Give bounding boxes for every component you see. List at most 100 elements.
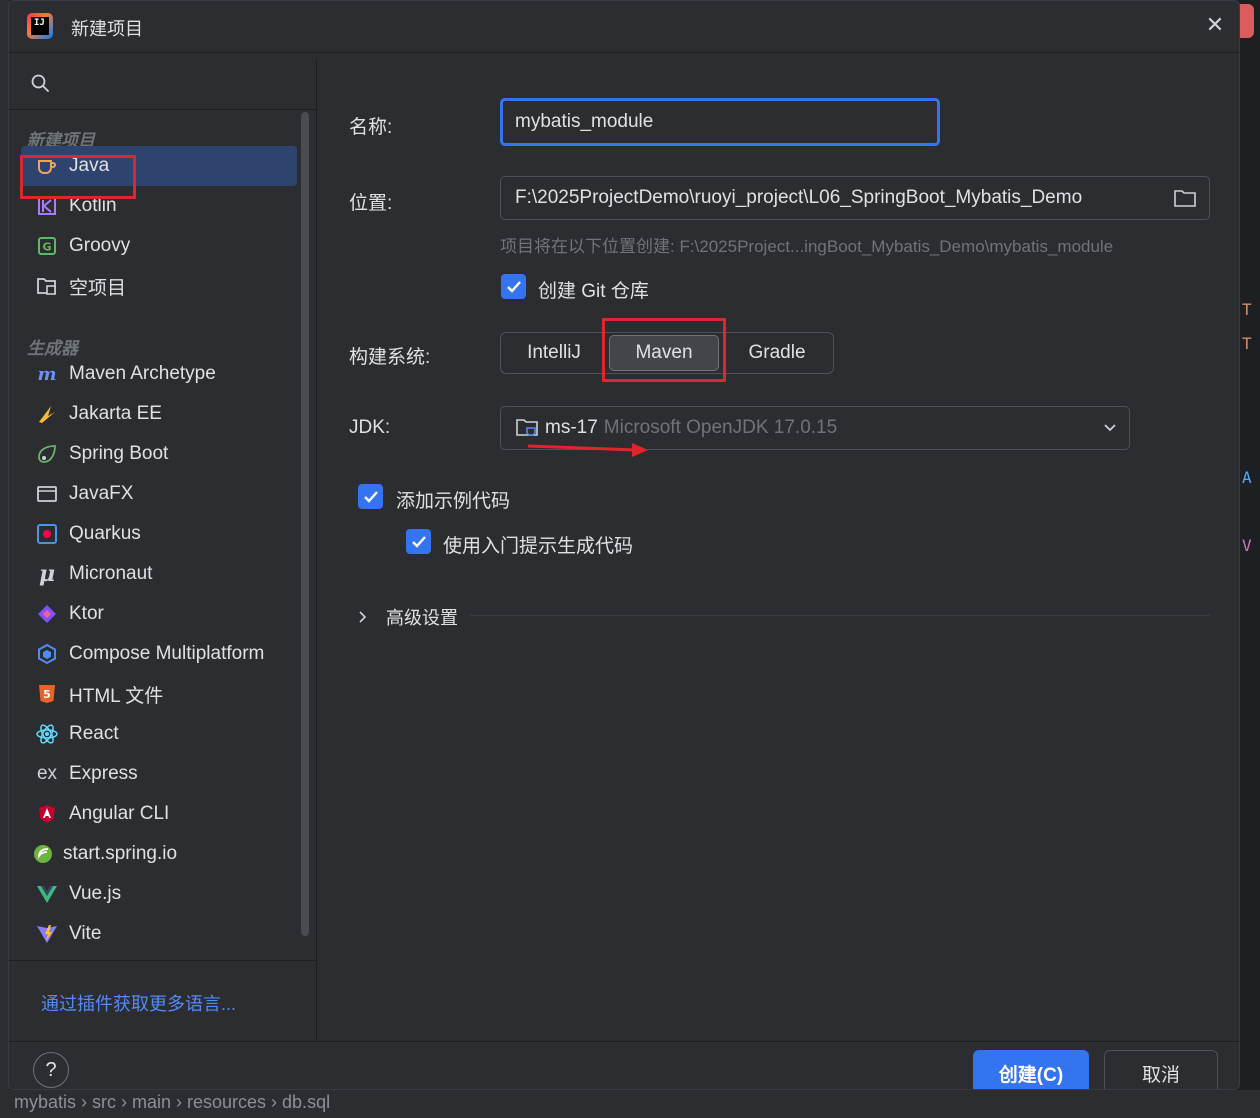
sidebar-divider bbox=[9, 960, 317, 961]
onboarding-tips-checkbox[interactable] bbox=[406, 529, 431, 554]
spring-icon bbox=[31, 842, 55, 866]
help-button[interactable]: ? bbox=[33, 1052, 69, 1088]
sidebar-item-javafx[interactable]: JavaFX bbox=[9, 474, 305, 514]
build-option-intellij[interactable]: IntelliJ bbox=[501, 333, 607, 373]
sidebar-item-label: React bbox=[69, 723, 119, 744]
advanced-settings-divider bbox=[470, 615, 1210, 616]
sidebar-item-express[interactable]: ex Express bbox=[9, 754, 305, 794]
sidebar-item-groovy[interactable]: G Groovy bbox=[9, 226, 305, 266]
name-input[interactable]: mybatis_module bbox=[500, 98, 940, 146]
sidebar-item-label: 空项目 bbox=[69, 277, 127, 299]
groovy-icon: G bbox=[35, 234, 59, 258]
sidebar-item-quarkus[interactable]: Quarkus bbox=[9, 514, 305, 554]
add-sample-code-checkbox[interactable] bbox=[358, 484, 383, 509]
intellij-logo-icon: IJ bbox=[27, 13, 53, 39]
sidebar-item-label: Express bbox=[69, 763, 138, 784]
project-type-list: 新建项目 Java Kotlin G Groovy 空项目 生成器 m Mave… bbox=[9, 110, 305, 960]
jakarta-icon bbox=[35, 402, 59, 426]
spring-boot-icon bbox=[35, 442, 59, 466]
chevron-right-icon bbox=[359, 611, 367, 623]
sidebar-item-label: JavaFX bbox=[69, 483, 134, 504]
sidebar-item-vue-js[interactable]: Vue.js bbox=[9, 874, 305, 914]
svg-text:G: G bbox=[42, 241, 51, 254]
name-label: 名称: bbox=[349, 117, 393, 138]
location-hint: 项目将在以下位置创建: F:\2025Project...ingBoot_Myb… bbox=[500, 237, 1114, 256]
sidebar-item-java[interactable]: Java bbox=[21, 146, 297, 186]
name-input-value: mybatis_module bbox=[515, 111, 654, 132]
sidebar-item-label: Compose Multiplatform bbox=[69, 643, 265, 664]
html5-icon: 5 bbox=[35, 682, 59, 706]
java-cup-icon bbox=[35, 154, 59, 178]
sidebar-item-angular-cli[interactable]: Angular CLI bbox=[9, 794, 305, 834]
folder-browse-icon[interactable] bbox=[1173, 188, 1197, 208]
micronaut-icon: μ bbox=[38, 561, 56, 587]
sidebar-item-html-file[interactable]: 5 HTML 文件 bbox=[9, 674, 305, 714]
project-settings-form: 名称: mybatis_module 位置: F:\2025ProjectDem… bbox=[318, 58, 1239, 1041]
kotlin-icon bbox=[35, 194, 59, 218]
section-label-generators: 生成器 bbox=[27, 339, 78, 358]
sidebar-item-label: Spring Boot bbox=[69, 443, 169, 464]
sidebar-item-label: Vite bbox=[69, 923, 102, 944]
jdk-description: Microsoft OpenJDK 17.0.15 bbox=[603, 417, 838, 438]
get-more-languages-link[interactable]: 通过插件获取更多语言... bbox=[41, 990, 236, 1016]
sidebar-item-ktor[interactable]: Ktor bbox=[9, 594, 305, 634]
search-icon[interactable] bbox=[31, 74, 49, 92]
build-system-segmented: IntelliJ Maven Gradle bbox=[500, 332, 834, 374]
sidebar-search[interactable] bbox=[9, 58, 316, 110]
build-option-maven[interactable]: Maven bbox=[609, 335, 719, 371]
sidebar-item-label: Angular CLI bbox=[69, 803, 170, 824]
location-input-value: F:\2025ProjectDemo\ruoyi_project\L06_Spr… bbox=[515, 187, 1083, 208]
javafx-icon bbox=[35, 482, 59, 506]
sidebar-item-react[interactable]: React bbox=[9, 714, 305, 754]
sidebar-item-micronaut[interactable]: μ Micronaut bbox=[9, 554, 305, 594]
close-button[interactable]: ✕ bbox=[1201, 11, 1229, 39]
sidebar-item-label: Java bbox=[69, 155, 110, 176]
sidebar-item-jakarta-ee[interactable]: Jakarta EE bbox=[9, 394, 305, 434]
vue-icon bbox=[35, 882, 59, 906]
jdk-label: JDK: bbox=[349, 417, 391, 438]
add-sample-code-label: 添加示例代码 bbox=[396, 491, 511, 512]
sidebar-item-start-spring-io[interactable]: start.spring.io bbox=[9, 834, 305, 874]
svg-text:5: 5 bbox=[43, 688, 51, 701]
new-project-dialog: IJ 新建项目 ✕ 新建项目 Java Kotlin G Groovy 空项目 … bbox=[8, 0, 1240, 1090]
empty-project-icon bbox=[35, 274, 59, 298]
advanced-settings-toggle[interactable]: 高级设置 bbox=[356, 604, 458, 630]
quarkus-icon bbox=[35, 522, 59, 546]
maven-icon: m bbox=[37, 363, 57, 385]
sidebar-item-spring-boot[interactable]: Spring Boot bbox=[9, 434, 305, 474]
advanced-settings-label: 高级设置 bbox=[386, 608, 458, 628]
compose-icon bbox=[35, 642, 59, 666]
angular-icon bbox=[35, 802, 59, 826]
react-icon bbox=[35, 722, 59, 746]
title-bar: IJ 新建项目 ✕ bbox=[9, 1, 1239, 53]
sidebar-scrollbar[interactable] bbox=[301, 112, 309, 936]
sidebar-item-compose-multiplatform[interactable]: Compose Multiplatform bbox=[9, 634, 305, 674]
sidebar-item-label: Quarkus bbox=[69, 523, 141, 544]
ktor-icon bbox=[35, 602, 59, 626]
create-git-checkbox[interactable] bbox=[501, 274, 526, 299]
dialog-footer: ? 创建(C) 取消 bbox=[9, 1041, 1239, 1089]
jdk-folder-icon bbox=[516, 419, 538, 436]
sidebar-item-label: Micronaut bbox=[69, 563, 153, 584]
sidebar-item-kotlin[interactable]: Kotlin bbox=[9, 186, 305, 226]
build-system-label: 构建系统: bbox=[349, 347, 431, 368]
build-option-gradle[interactable]: Gradle bbox=[721, 333, 833, 373]
sidebar-item-label: Vue.js bbox=[69, 883, 122, 904]
sidebar-item-maven-archetype[interactable]: m Maven Archetype bbox=[9, 354, 305, 394]
sidebar-item-vite[interactable]: Vite bbox=[9, 914, 305, 954]
section-label-new-project: 新建项目 bbox=[27, 131, 95, 150]
cancel-button[interactable]: 取消 bbox=[1104, 1050, 1218, 1089]
jdk-name: ms-17 bbox=[545, 417, 598, 438]
sidebar-item-label: Jakarta EE bbox=[69, 403, 162, 424]
checkmark-icon bbox=[363, 490, 378, 503]
project-type-sidebar: 新建项目 Java Kotlin G Groovy 空项目 生成器 m Mave… bbox=[9, 58, 317, 1041]
background-ide-right-strip: T T A V bbox=[1240, 0, 1260, 1118]
sidebar-item-label: Ktor bbox=[69, 603, 104, 624]
create-git-label: 创建 Git 仓库 bbox=[538, 281, 649, 302]
onboarding-tips-label: 使用入门提示生成代码 bbox=[443, 536, 634, 557]
chevron-down-icon[interactable] bbox=[1103, 420, 1117, 434]
location-input[interactable]: F:\2025ProjectDemo\ruoyi_project\L06_Spr… bbox=[500, 176, 1210, 220]
checkmark-icon bbox=[411, 535, 426, 548]
sidebar-item-empty-project[interactable]: 空项目 bbox=[9, 266, 305, 306]
create-button[interactable]: 创建(C) bbox=[973, 1050, 1089, 1089]
